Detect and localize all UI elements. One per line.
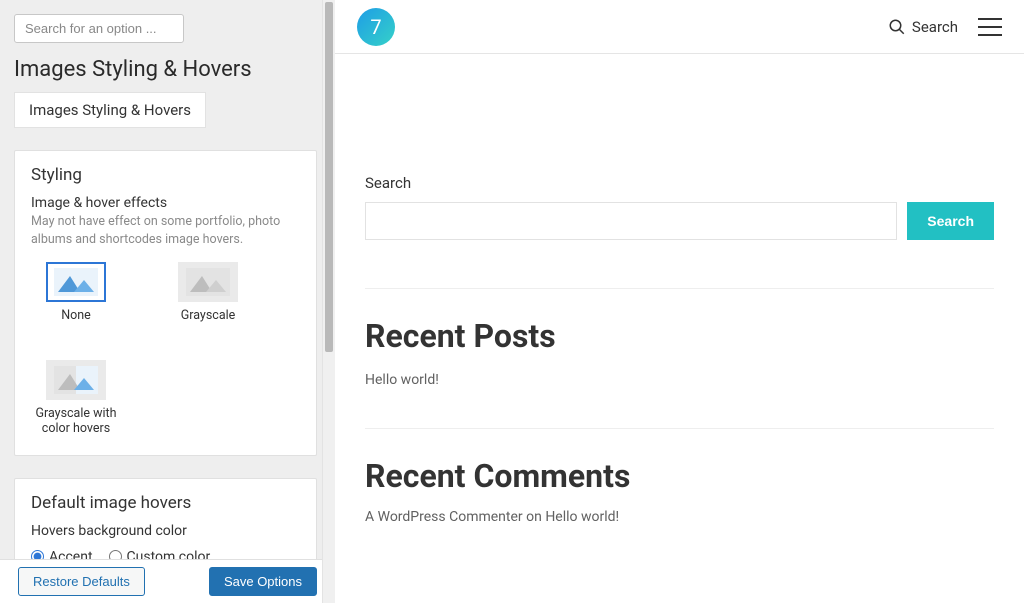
customizer-sidebar: Images Styling & Hovers Images Styling &… <box>0 0 335 603</box>
recent-post-link[interactable]: Hello world! <box>365 372 439 388</box>
header-search-trigger[interactable]: Search <box>888 18 958 36</box>
hovers-bg-label: Hovers background color <box>31 523 300 539</box>
effects-hint: May not have effect on some portfolio, p… <box>31 213 300 248</box>
mountain-icon <box>178 262 238 302</box>
sidebar-footer: Restore Defaults Save Options <box>0 559 335 603</box>
sidebar-scroll[interactable]: Images Styling & Hovers Images Styling &… <box>14 14 321 561</box>
effect-option-none[interactable]: None <box>31 262 121 324</box>
mountain-icon <box>46 360 106 400</box>
effect-option-grayscale[interactable]: Grayscale <box>163 262 253 324</box>
search-icon <box>888 18 906 36</box>
site-preview: 7 Search Search Search Recent Posts Hell… <box>335 0 1024 603</box>
effects-label: Image & hover effects <box>31 195 300 211</box>
recent-comment-line: A WordPress Commenter on Hello world! <box>365 509 994 525</box>
divider <box>365 428 994 429</box>
effect-label: Grayscale <box>163 308 253 324</box>
site-header: 7 Search <box>335 0 1024 54</box>
mountain-icon <box>46 262 106 302</box>
search-widget-button[interactable]: Search <box>907 202 994 240</box>
sidebar-scrollbar[interactable] <box>322 0 335 603</box>
restore-defaults-button[interactable]: Restore Defaults <box>18 567 145 596</box>
card-heading: Styling <box>31 165 300 185</box>
card-heading: Default image hovers <box>31 493 300 513</box>
header-search-label: Search <box>912 18 958 36</box>
recent-comments-heading: Recent Comments <box>365 457 994 495</box>
recent-posts-heading: Recent Posts <box>365 317 994 355</box>
panel-title: Images Styling & Hovers <box>14 57 317 82</box>
save-options-button[interactable]: Save Options <box>209 567 317 596</box>
divider <box>365 288 994 289</box>
search-widget-input[interactable] <box>365 202 897 240</box>
brand-logo[interactable]: 7 <box>357 8 395 46</box>
effect-label: Grayscale with color hovers <box>31 406 121 437</box>
search-widget-label: Search <box>365 174 994 192</box>
option-search-input[interactable] <box>14 14 184 43</box>
menu-toggle[interactable] <box>978 18 1002 36</box>
effect-option-grayscale-color-hovers[interactable]: Grayscale with color hovers <box>31 360 121 437</box>
effect-label: None <box>31 308 121 324</box>
scrollbar-thumb[interactable] <box>325 2 333 352</box>
tab-images-styling-hovers[interactable]: Images Styling & Hovers <box>14 92 206 128</box>
card-styling: Styling Image & hover effects May not ha… <box>14 150 317 456</box>
card-default-image-hovers: Default image hovers Hovers background c… <box>14 478 317 561</box>
